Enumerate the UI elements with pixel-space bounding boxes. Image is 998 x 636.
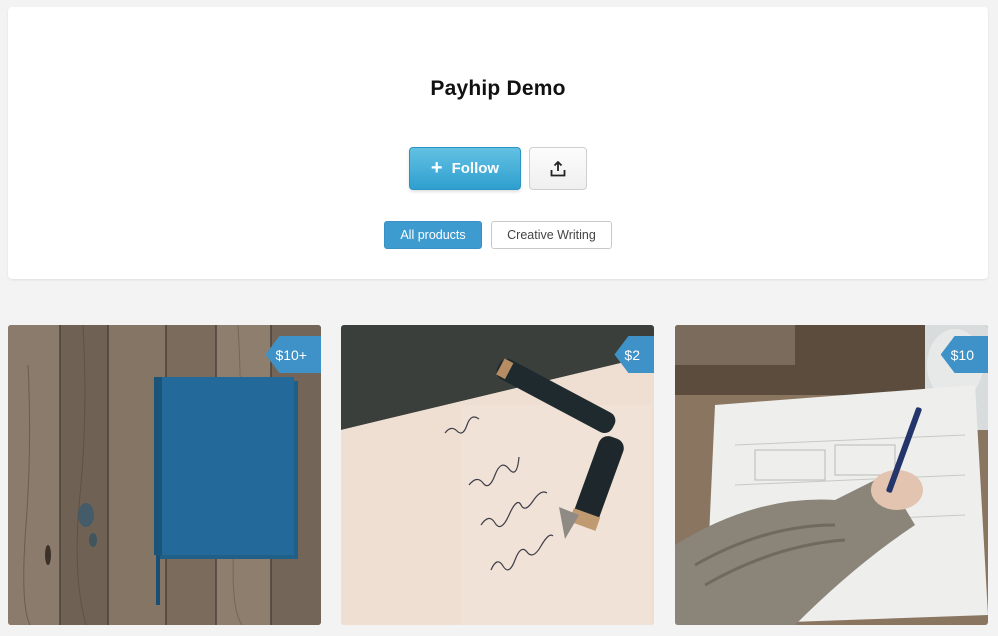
store-header-card: Payhip Demo + Follow All products Creati…	[8, 7, 988, 279]
product-image-fountain-pen	[341, 325, 654, 625]
product-image-writing-hand	[675, 325, 988, 625]
filter-creative-writing[interactable]: Creative Writing	[491, 221, 612, 249]
product-card[interactable]: $10+	[8, 325, 321, 625]
product-card[interactable]: $10	[675, 325, 988, 625]
plus-icon: +	[430, 156, 443, 179]
share-button[interactable]	[529, 147, 587, 190]
share-upload-icon	[550, 160, 566, 176]
filter-all-products[interactable]: All products	[384, 221, 482, 249]
store-title: Payhip Demo	[430, 77, 566, 100]
product-card[interactable]: $2	[341, 325, 654, 625]
follow-label: Follow	[451, 160, 500, 177]
product-image-notebook	[8, 325, 321, 625]
follow-button[interactable]: + Follow	[409, 147, 521, 190]
